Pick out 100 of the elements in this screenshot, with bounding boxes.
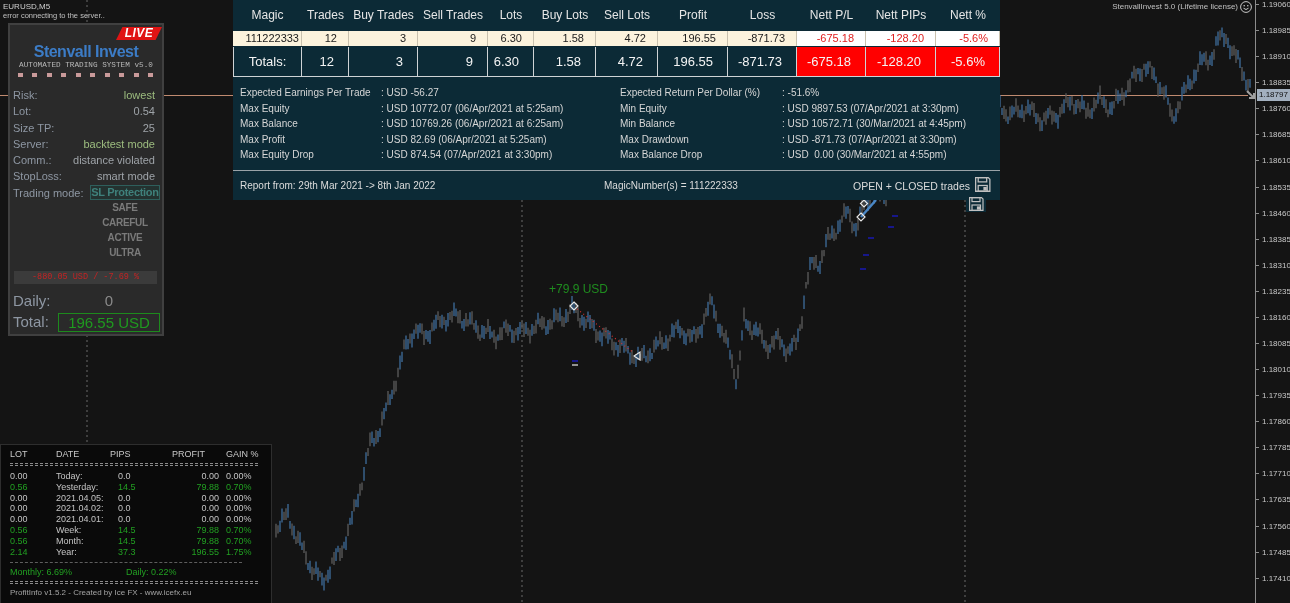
price-tick: 1.18760 bbox=[1262, 104, 1290, 114]
price-tick: 1.18835 bbox=[1262, 78, 1290, 88]
price-tick: 1.18235 bbox=[1262, 286, 1290, 296]
mode-option[interactable]: CAREFUL bbox=[102, 214, 148, 230]
column-header: Nett % bbox=[949, 7, 987, 24]
setting-label: Lot: bbox=[13, 104, 32, 120]
stat-value: : USD 82.69 (06/Apr/2021 at 5:25am) bbox=[381, 132, 548, 147]
total-cell: 1.58 bbox=[534, 47, 596, 77]
total-cell: 12 bbox=[302, 47, 349, 77]
total-cell: -128.20 bbox=[866, 47, 936, 77]
price-tick: 1.18610 bbox=[1262, 156, 1290, 166]
report-period: Report from: 29th Mar 2021 -> 8th Jan 2022 bbox=[240, 180, 437, 191]
table-cell-text: 0.00% bbox=[225, 471, 253, 482]
table-cell-text: 79.88 bbox=[195, 535, 219, 547]
order-level-mark bbox=[891, 215, 899, 217]
table-cell-text: 2021.04.05: bbox=[56, 492, 105, 504]
order-level-mark bbox=[867, 237, 875, 239]
mode-option[interactable]: SAFE bbox=[112, 199, 138, 215]
table-cell-text: 0.00% bbox=[225, 492, 253, 504]
stat-label: Max Equity Drop bbox=[240, 148, 315, 162]
price-arrow-icon bbox=[1246, 90, 1255, 99]
table-cell-text: 0.70% bbox=[225, 525, 253, 536]
table-cell-text: 0.00% bbox=[225, 514, 253, 525]
stat-label: Expected Return Per Dollar (%) bbox=[620, 86, 762, 100]
setting-value: lowest bbox=[123, 88, 155, 103]
table-cell-text: 0.00 bbox=[200, 471, 219, 482]
mode-option[interactable]: ACTIVE bbox=[107, 229, 143, 245]
trade-result-label: +79.9 USD bbox=[549, 283, 609, 296]
square-marker bbox=[133, 73, 139, 77]
total-value: 196.55 USD bbox=[58, 312, 160, 332]
setting-label: Risk: bbox=[13, 88, 38, 103]
square-marker bbox=[147, 73, 153, 77]
square-marker bbox=[90, 73, 96, 77]
column-header: DATE bbox=[56, 449, 81, 460]
price-tick: 1.18385 bbox=[1262, 234, 1290, 244]
stat-value: : USD -871.73 (07/Apr/2021 at 3:30pm) bbox=[782, 132, 958, 147]
stat-value: : USD 10572.71 (30/Mar/2021 at 4:45pm) bbox=[782, 117, 967, 131]
total-cell: 4.72 bbox=[596, 47, 658, 77]
mode-option[interactable]: ULTRA bbox=[109, 244, 141, 260]
stat-value: : -51.6% bbox=[782, 86, 821, 100]
credit-text: ProfitInfo v1.5.2 - Created by Ice FX - www.icefx.eu bbox=[10, 587, 193, 599]
table-cell: 1.58 bbox=[534, 31, 596, 46]
order-level-mark bbox=[859, 268, 867, 270]
column-header: Buy Lots bbox=[540, 7, 590, 24]
stat-label: Max Balance bbox=[240, 117, 299, 131]
daily-gain: Daily: 0.22% bbox=[126, 567, 178, 579]
table-cell-text: 0.0 bbox=[118, 503, 132, 515]
trade-path-line bbox=[576, 308, 635, 354]
column-header: Nett P/L bbox=[808, 7, 855, 24]
table-cell: 12 bbox=[302, 31, 349, 46]
price-tick: 1.18985 bbox=[1262, 26, 1290, 36]
totals-label: Totals: bbox=[233, 47, 302, 77]
table-cell-text: 0.00 bbox=[200, 492, 219, 504]
column-header: GAIN % bbox=[226, 449, 260, 460]
column-header: Magic bbox=[250, 7, 285, 24]
table-cell: 3 bbox=[349, 31, 418, 46]
table-cell-text: Yesterday: bbox=[56, 481, 100, 493]
setting-label: Comm.: bbox=[13, 153, 52, 169]
save-icon[interactable] bbox=[966, 196, 986, 212]
stat-label: Min Balance bbox=[620, 117, 677, 131]
monthly-gain: Monthly: 6.69% bbox=[10, 567, 74, 579]
table-cell-text: 2021.04.02: bbox=[56, 503, 105, 515]
magic-numbers: MagicNumber(s) = 111222333 bbox=[604, 180, 739, 191]
trade-open-marker bbox=[856, 212, 866, 222]
price-tick: 1.17560 bbox=[1262, 521, 1290, 531]
total-cell: 3 bbox=[349, 47, 418, 77]
column-header: Sell Trades bbox=[422, 7, 484, 24]
table-cell-text: 1.75% bbox=[225, 546, 253, 558]
table-cell-text: 2021.04.01: bbox=[56, 514, 105, 525]
table-cell-text: 2.14 bbox=[10, 546, 29, 558]
price-tick: 1.18160 bbox=[1262, 312, 1290, 322]
table-cell-text: 0.0 bbox=[118, 471, 132, 482]
table-cell-text: 79.88 bbox=[195, 525, 219, 536]
stat-label: Max Equity bbox=[240, 101, 291, 116]
save-icon[interactable] bbox=[975, 177, 992, 194]
stat-value: : USD 9897.53 (07/Apr/2021 at 3:30pm) bbox=[782, 101, 960, 116]
price-tick: 1.17410 bbox=[1262, 573, 1290, 583]
order-level-mark bbox=[862, 254, 870, 256]
square-marker bbox=[61, 73, 67, 77]
price-tick: 1.17710 bbox=[1262, 469, 1290, 479]
price-tick: 1.19060 bbox=[1262, 0, 1290, 9]
smiley-icon bbox=[1240, 1, 1252, 13]
table-cell-text: Today: bbox=[56, 471, 84, 482]
trade-open-marker bbox=[569, 301, 579, 311]
total-label: Total: bbox=[13, 313, 50, 332]
table-cell-text: 0.00 bbox=[10, 503, 29, 515]
table-cell-text: 0.70% bbox=[225, 535, 253, 547]
stat-value: : USD 10772.07 (06/Apr/2021 at 5:25am) bbox=[381, 101, 565, 116]
mode-option[interactable]: SL Protection bbox=[90, 184, 160, 200]
table-cell-text: Year: bbox=[56, 546, 78, 558]
setting-value: distance violated bbox=[73, 153, 155, 169]
table-cell-text: 0.00 bbox=[10, 471, 29, 482]
column-header: Sell Lots bbox=[603, 7, 651, 24]
column-header: PROFIT bbox=[172, 449, 206, 460]
table-cell-text: 14.5 bbox=[118, 525, 137, 536]
table-cell-text: 0.0 bbox=[118, 514, 132, 525]
table-cell-text: 0.70% bbox=[225, 481, 253, 493]
price-tick: 1.18910 bbox=[1262, 52, 1290, 62]
table-cell-text: 0.00 bbox=[10, 492, 29, 504]
symbol-label: EURUSD,M5 bbox=[3, 2, 52, 11]
